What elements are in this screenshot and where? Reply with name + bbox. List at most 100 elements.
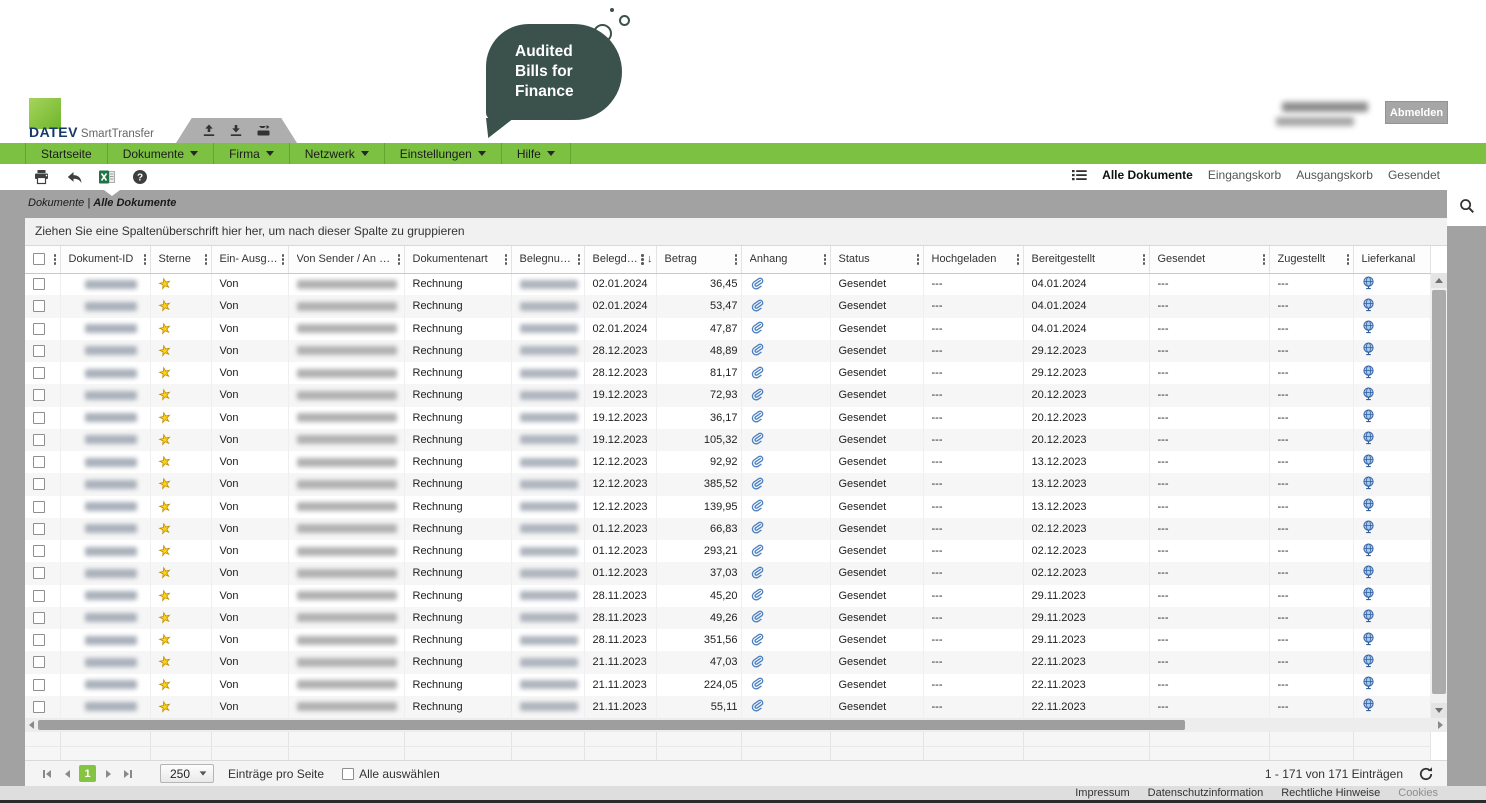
row-checkbox[interactable] [33,434,45,446]
globe-icon[interactable] [1362,703,1375,715]
table-row[interactable]: ★VonRechnung21.11.202347,03Gesendet---22… [25,651,1430,673]
row-checkbox[interactable] [33,389,45,401]
row-checkbox[interactable] [33,367,45,379]
upload-icon[interactable] [202,124,216,137]
table-row[interactable]: ★VonRechnung12.12.2023385,52Gesendet---1… [25,473,1430,495]
column-header-sterne[interactable]: Sterne [150,246,211,273]
select-all-checkbox[interactable] [342,768,354,780]
globe-icon[interactable] [1362,659,1375,671]
table-row[interactable]: ★VonRechnung12.12.2023139,95Gesendet---1… [25,496,1430,518]
breadcrumb-parent[interactable]: Dokumente [28,197,84,209]
logout-button[interactable]: Abmelden [1385,101,1448,124]
paperclip-icon[interactable] [750,637,764,649]
table-row[interactable]: ★VonRechnung21.11.2023224,05Gesendet---2… [25,674,1430,696]
row-checkbox[interactable] [33,478,45,490]
horizontal-scroll-thumb[interactable] [38,720,1185,730]
column-header-select[interactable] [25,246,60,273]
globe-icon[interactable] [1362,481,1375,493]
table-row[interactable]: ★VonRechnung19.12.202372,93Gesendet---20… [25,384,1430,406]
excel-export-icon[interactable] [97,167,117,187]
select-all-control[interactable]: Alle auswählen [342,767,440,781]
scroll-down-button[interactable] [1431,703,1447,718]
paperclip-icon[interactable] [750,459,764,471]
scroll-left-button[interactable] [25,718,38,732]
globe-icon[interactable] [1362,370,1375,382]
paperclip-icon[interactable] [750,525,764,537]
table-row[interactable]: ★VonRechnung19.12.202336,17Gesendet---20… [25,407,1430,429]
scroll-up-button[interactable] [1431,273,1447,288]
footer-link-rechtliche-hinweise[interactable]: Rechtliche Hinweise [1281,787,1380,799]
row-checkbox[interactable] [33,345,45,357]
menu-item-hilfe[interactable]: Hilfe [502,143,571,164]
table-row[interactable]: ★VonRechnung02.01.202447,87Gesendet---04… [25,318,1430,340]
refresh-button[interactable] [1417,765,1435,783]
search-button[interactable] [1447,190,1486,226]
menu-item-firma[interactable]: Firma [214,143,290,164]
column-header-lieferkanal[interactable]: Lieferkanal [1353,246,1430,273]
column-header-dokument_id[interactable]: Dokument-ID [60,246,150,273]
column-menu-icon[interactable] [504,253,508,265]
footer-link-datenschutzinformation[interactable]: Datenschutzinformation [1148,787,1264,799]
globe-icon[interactable] [1362,681,1375,693]
row-checkbox[interactable] [33,679,45,691]
row-checkbox[interactable] [33,701,45,713]
column-menu-icon[interactable] [640,253,644,265]
column-menu-icon[interactable] [397,253,401,265]
star-icon[interactable]: ★ [157,653,172,671]
globe-icon[interactable] [1362,436,1375,448]
page-number-button[interactable]: 1 [79,765,96,782]
view-tab-eingangskorb[interactable]: Eingangskorb [1208,168,1281,182]
help-icon[interactable]: ? [130,167,150,187]
table-row[interactable]: ★VonRechnung28.11.2023351,56Gesendet---2… [25,629,1430,651]
row-checkbox[interactable] [33,545,45,557]
column-menu-icon[interactable] [204,253,208,265]
column-menu-icon[interactable] [1016,253,1020,265]
table-row[interactable]: ★VonRechnung19.12.2023105,32Gesendet---2… [25,429,1430,451]
star-icon[interactable]: ★ [157,520,172,538]
print-icon[interactable] [31,167,51,187]
column-menu-icon[interactable] [734,253,738,265]
paperclip-icon[interactable] [750,570,764,582]
star-icon[interactable]: ★ [157,698,172,716]
row-checkbox[interactable] [33,323,45,335]
star-icon[interactable]: ★ [157,409,172,427]
row-checkbox[interactable] [33,278,45,290]
table-row[interactable]: ★VonRechnung21.11.202355,11Gesendet---22… [25,696,1430,718]
paperclip-icon[interactable] [750,503,764,515]
column-menu-icon[interactable] [281,253,285,265]
star-icon[interactable]: ★ [157,275,172,293]
table-row[interactable]: ★VonRechnung02.01.202436,45Gesendet---04… [25,273,1430,295]
star-icon[interactable]: ★ [157,386,172,404]
paperclip-icon[interactable] [750,614,764,626]
row-checkbox[interactable] [33,634,45,646]
column-menu-icon[interactable] [1142,253,1146,265]
row-checkbox[interactable] [33,300,45,312]
star-icon[interactable]: ★ [157,475,172,493]
send-tray-icon[interactable] [256,124,271,137]
globe-icon[interactable] [1362,303,1375,315]
group-by-bar[interactable]: Ziehen Sie eine Spaltenüberschrift hier … [25,218,1447,246]
star-icon[interactable]: ★ [157,297,172,315]
column-menu-icon[interactable] [53,253,57,265]
column-header-belegnummer[interactable]: Belegnummer [511,246,584,273]
horizontal-scrollbar[interactable] [25,718,1447,732]
column-header-hochgeladen[interactable]: Hochgeladen [923,246,1023,273]
paperclip-icon[interactable] [750,347,764,359]
footer-link-cookies[interactable]: Cookies [1398,787,1438,799]
table-row[interactable]: ★VonRechnung28.12.202348,89Gesendet---29… [25,340,1430,362]
column-header-bereitgestellt[interactable]: Bereitgestellt [1023,246,1149,273]
globe-icon[interactable] [1362,503,1375,515]
globe-icon[interactable] [1362,281,1375,293]
globe-icon[interactable] [1362,614,1375,626]
previous-page-button[interactable] [57,765,77,783]
table-row[interactable]: ★VonRechnung28.11.202349,26Gesendet---29… [25,607,1430,629]
column-header-sender[interactable]: Von Sender / An Em... [288,246,404,273]
column-header-anhang[interactable]: Anhang [741,246,830,273]
row-checkbox[interactable] [33,456,45,468]
star-icon[interactable]: ★ [157,676,172,694]
paperclip-icon[interactable] [750,481,764,493]
paperclip-icon[interactable] [750,370,764,382]
row-checkbox[interactable] [33,567,45,579]
paperclip-icon[interactable] [750,703,764,715]
column-menu-icon[interactable] [577,253,581,265]
